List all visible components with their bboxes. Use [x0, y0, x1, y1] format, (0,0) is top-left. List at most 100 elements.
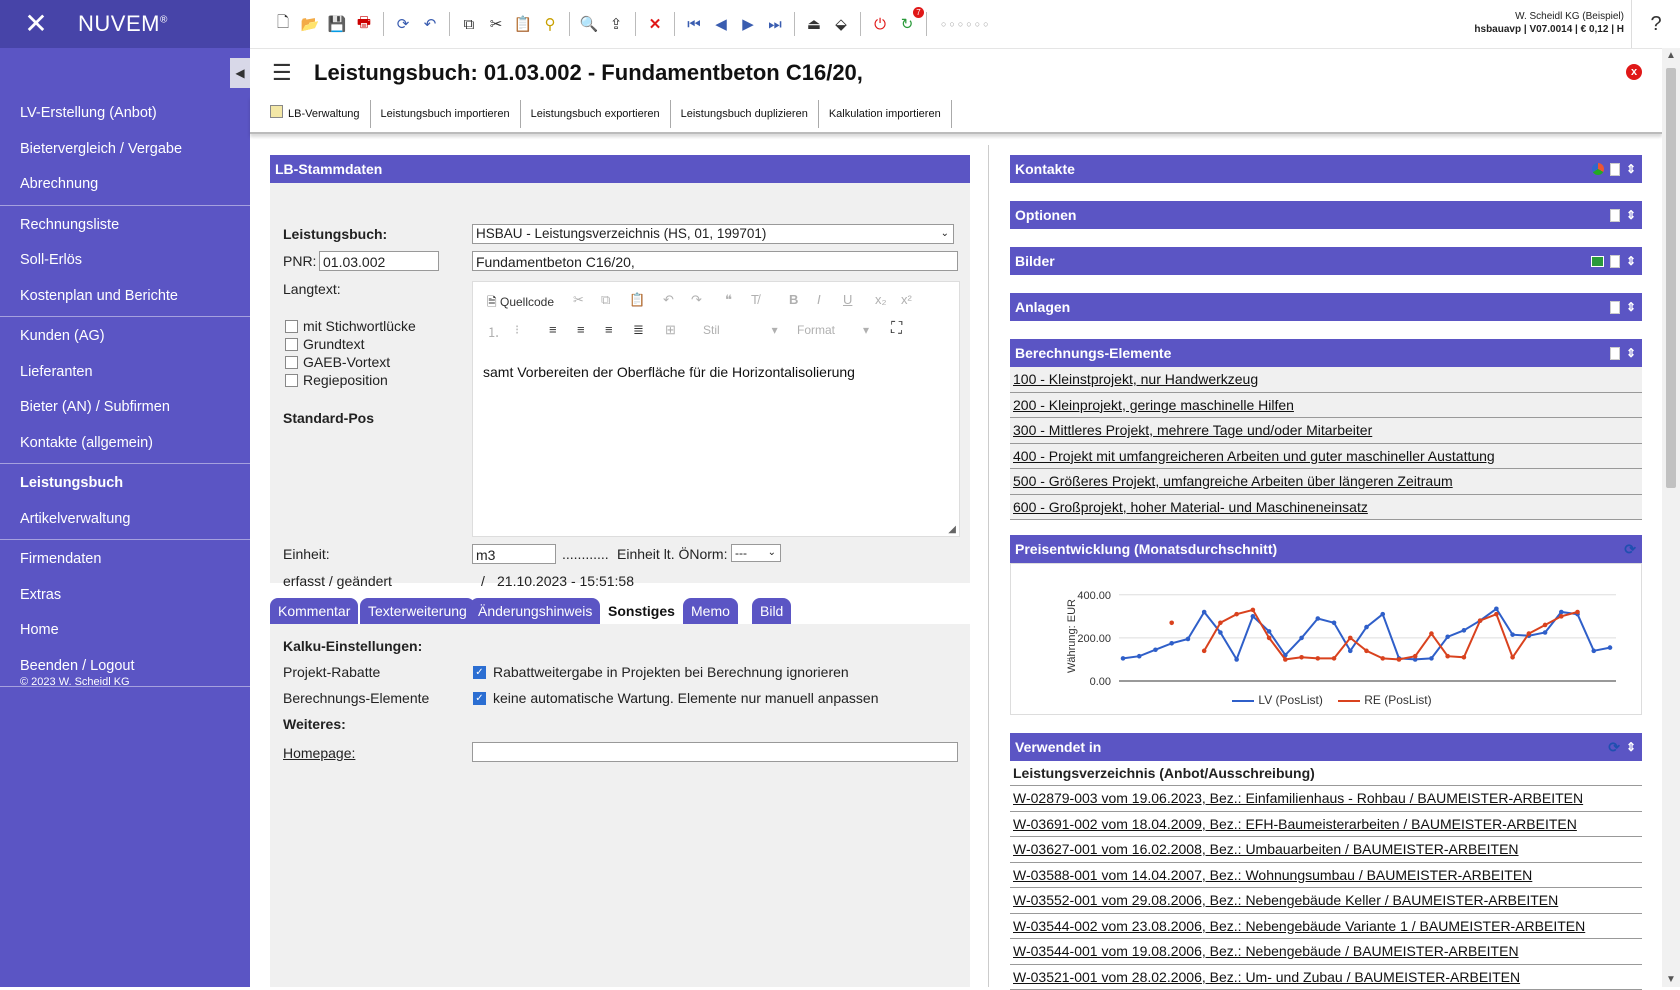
list-item-link[interactable]: W-03544-001 vom 19.08.2006, Bez.: Nebeng… [1010, 939, 1642, 965]
list-item-link[interactable]: W-03691-002 vom 18.04.2009, Bez.: EFH-Ba… [1010, 812, 1642, 838]
list-item-link[interactable]: 500 - Größeres Projekt, umfangreiche Arb… [1010, 469, 1642, 495]
sidebar-item[interactable]: Firmendaten [0, 542, 250, 578]
delete-icon[interactable]: ✕ [644, 13, 666, 35]
sidebar-item[interactable]: Leistungsbuch [0, 466, 250, 502]
underline-icon[interactable]: U [843, 292, 852, 307]
list-item-link[interactable]: 100 - Kleinstprojekt, nur Handwerkzeug [1010, 367, 1642, 393]
projekt-rabatte-checkbox[interactable]: ✓ [473, 666, 486, 679]
homepage-link[interactable]: Homepage: [283, 745, 355, 761]
berechnungs-header[interactable]: Berechnungs-Elemente ⇕ [1010, 339, 1642, 367]
list-item-link[interactable]: W-03521-001 vom 28.02.2006, Bez.: Um- un… [1010, 965, 1642, 990]
sidebar-item[interactable]: Home [0, 613, 250, 649]
sidebar-item[interactable]: Soll-Erlös [0, 243, 250, 279]
anlagen-header[interactable]: Anlagen ⇕ [1010, 293, 1642, 321]
new-document-icon[interactable] [1610, 209, 1620, 222]
blockquote-icon[interactable]: ❝ [725, 292, 732, 308]
detail-tab[interactable]: Änderungshinweis [470, 598, 600, 624]
oenorm-select[interactable]: ---⌄ [731, 544, 781, 562]
gaeb-vortext-checkbox[interactable] [285, 356, 298, 369]
align-left-icon[interactable]: ≡ [549, 322, 557, 337]
paste-icon[interactable]: 📋 [512, 13, 534, 35]
verwendet-header[interactable]: Verwendet in ⟳ ⇕ [1010, 733, 1642, 761]
new-document-icon[interactable] [1610, 163, 1620, 176]
scroll-up-icon[interactable]: ▲ [1662, 50, 1680, 61]
list-item-link[interactable]: W-03627-001 vom 16.02.2008, Bez.: Umbaua… [1010, 837, 1642, 863]
leistungsbuch-select[interactable]: HSBAU - Leistungsverzeichnis (HS, 01, 19… [472, 224, 954, 244]
superscript-icon[interactable]: x² [901, 292, 912, 307]
einheit-input[interactable]: m3 [472, 544, 556, 564]
move-up-icon[interactable]: ⏏ [803, 13, 825, 35]
list-item-link[interactable]: 600 - Großprojekt, hoher Material- und M… [1010, 495, 1642, 521]
sidebar-item[interactable]: Extras [0, 578, 250, 614]
bold-icon[interactable]: B [789, 292, 798, 307]
copy-icon[interactable]: ⧉ [458, 13, 480, 35]
image-icon[interactable] [1591, 256, 1604, 267]
brand[interactable]: ✕ NUVEM® [0, 0, 250, 48]
bullet-list-icon[interactable]: ⁝ [515, 322, 519, 338]
undo-icon[interactable]: ↶ [419, 13, 441, 35]
new-document-icon[interactable]: 🗋 [272, 13, 294, 35]
preis-header[interactable]: Preisentwicklung (Monatsdurchschnitt) ⟳ [1010, 535, 1642, 563]
stichwortluecke-checkbox[interactable] [285, 320, 298, 333]
list-item-link[interactable]: 200 - Kleinprojekt, geringe maschinelle … [1010, 393, 1642, 419]
help-button[interactable]: ? [1631, 0, 1680, 48]
previous-record-icon[interactable]: ◀ [710, 13, 732, 35]
homepage-input[interactable] [472, 742, 958, 762]
subtab-button[interactable]: Leistungsbuch importieren [371, 100, 521, 128]
maximize-icon[interactable]: ⛶ [891, 320, 902, 338]
list-item-link[interactable]: 400 - Projekt mit umfangreicheren Arbeit… [1010, 444, 1642, 470]
langtext-editor[interactable]: 🗎 Quellcode ✂ ⧉ 📋 ↶ ↷ ❝ T̸ B I U x₂ x² ⒈… [472, 281, 960, 537]
remove-format-icon[interactable]: T̸ [751, 292, 759, 307]
table-icon[interactable]: ⊞ [665, 322, 676, 338]
list-item-link[interactable]: W-03588-001 vom 14.04.2007, Bez.: Wohnun… [1010, 863, 1642, 889]
subtab-button[interactable]: Leistungsbuch duplizieren [671, 100, 819, 128]
last-record-icon[interactable]: ⏭ [764, 13, 786, 35]
sidebar-item[interactable]: LV-Erstellung (Anbot) [0, 96, 250, 132]
paste-icon[interactable]: 📋 [629, 292, 645, 308]
collapse-sidebar-button[interactable]: ◀ [230, 58, 250, 88]
power-icon[interactable]: ⏻ [869, 13, 891, 35]
sidebar-item[interactable]: Rechnungsliste [0, 208, 250, 244]
list-item-link[interactable]: W-02879-003 vom 19.06.2023, Bez.: Einfam… [1010, 786, 1642, 812]
format-select[interactable]: Format▾ [797, 323, 869, 337]
open-folder-icon[interactable]: 📂 [299, 13, 321, 35]
source-code-button[interactable]: 🗎 Quellcode [487, 293, 554, 314]
sidebar-item[interactable]: Abrechnung [0, 167, 250, 203]
expand-collapse-icon[interactable]: ⇕ [1626, 155, 1636, 183]
grundtext-checkbox[interactable] [285, 338, 298, 351]
export-icon[interactable]: ⇪ [605, 13, 627, 35]
detail-tab[interactable]: Sonstiges [600, 598, 683, 624]
style-select[interactable]: Stil▾ [703, 323, 778, 337]
contacts-icon[interactable] [1592, 163, 1604, 175]
sidebar-item[interactable]: Lieferanten [0, 355, 250, 391]
expand-collapse-icon[interactable]: ⇕ [1626, 293, 1636, 321]
expand-collapse-icon[interactable]: ⇕ [1626, 247, 1636, 275]
next-record-icon[interactable]: ▶ [737, 13, 759, 35]
expand-collapse-icon[interactable]: ⇕ [1626, 733, 1636, 761]
kontakte-header[interactable]: Kontakte ⇕ [1010, 155, 1642, 183]
sidebar-item[interactable]: Kunden (AG) [0, 319, 250, 355]
sidebar-item[interactable]: Kontakte (allgemein) [0, 426, 250, 462]
resize-handle-icon[interactable]: ◢ [948, 524, 956, 535]
page-scrollbar[interactable]: ▲ ▼ [1662, 48, 1680, 987]
expand-collapse-icon[interactable]: ⇕ [1626, 201, 1636, 229]
undo-icon[interactable]: ↶ [663, 292, 674, 308]
refresh-icon[interactable]: ⟳ [1624, 535, 1636, 563]
berechnung-checkbox[interactable]: ✓ [473, 692, 486, 705]
numbered-list-icon[interactable]: ⒈ [487, 322, 500, 341]
list-item-link[interactable]: 300 - Mittleres Projekt, mehrere Tage un… [1010, 418, 1642, 444]
italic-icon[interactable]: I [817, 292, 821, 307]
save-icon[interactable]: 💾 [326, 13, 348, 35]
regieposition-checkbox[interactable] [285, 374, 298, 387]
detail-tab[interactable]: Kommentar [270, 598, 358, 624]
new-document-icon[interactable] [1610, 255, 1620, 268]
list-item-link[interactable]: W-03552-001 vom 29.08.2006, Bez.: Nebeng… [1010, 888, 1642, 914]
detail-tab[interactable]: Memo [683, 598, 738, 624]
new-document-icon[interactable] [1610, 301, 1620, 314]
sidebar-item[interactable]: Bietervergleich / Vergabe [0, 132, 250, 168]
redo-icon[interactable]: ↷ [691, 292, 702, 308]
notifications-icon[interactable]: ↻7 [896, 13, 918, 35]
subtab-button[interactable]: LB-Verwaltung [260, 100, 371, 128]
sidebar-item[interactable]: Bieter (AN) / Subfirmen [0, 390, 250, 426]
sidebar-item[interactable]: Artikelverwaltung [0, 502, 250, 538]
